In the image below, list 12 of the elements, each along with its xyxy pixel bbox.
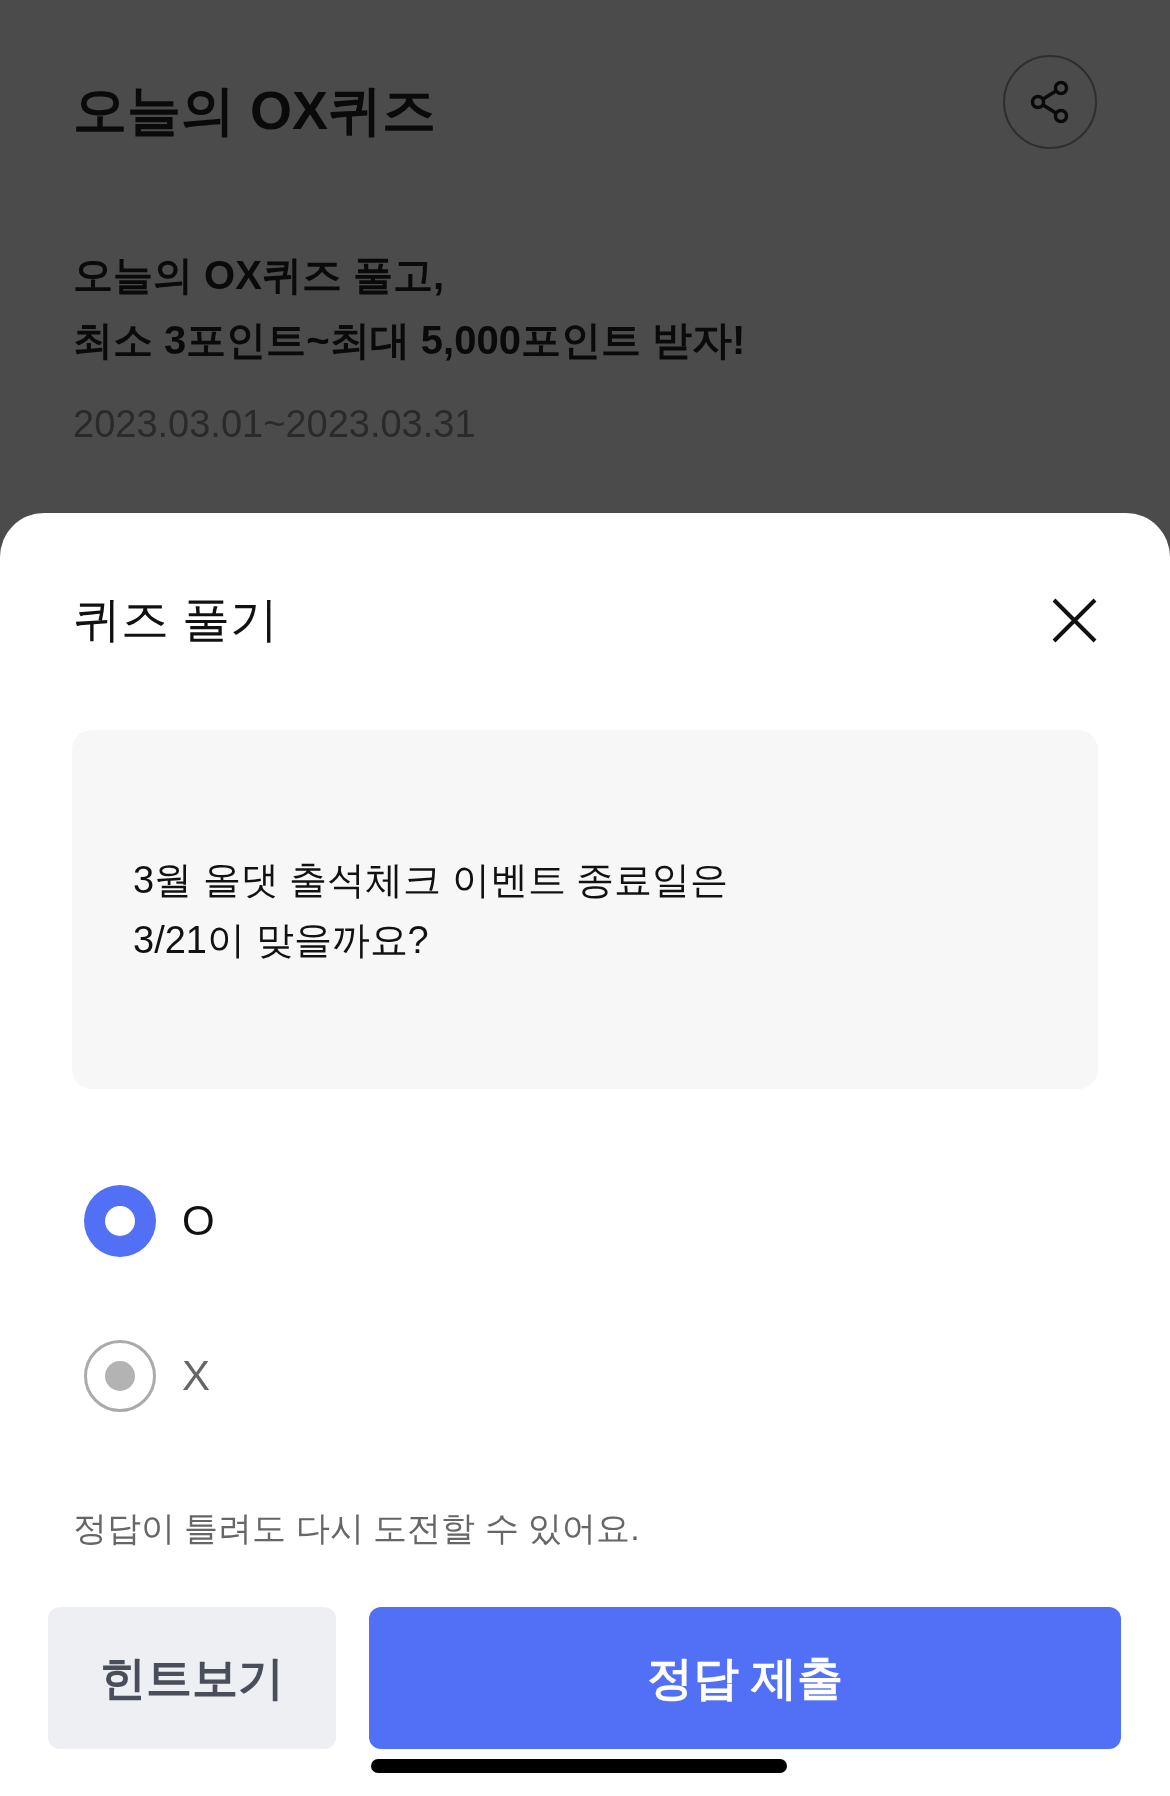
submit-button[interactable]: 정답 제출: [369, 1607, 1121, 1749]
share-button[interactable]: [1003, 55, 1097, 149]
retry-note: 정답이 틀려도 다시 도전할 수 있어요.: [73, 1508, 640, 1549]
page-title: 오늘의 OX퀴즈: [73, 78, 437, 142]
hint-button[interactable]: 힌트보기: [48, 1607, 336, 1749]
share-icon: [1030, 80, 1070, 124]
question-text: 3월 올댓 출석체크 이벤트 종료일은 3/21이 맞을까요?: [133, 857, 729, 963]
close-icon[interactable]: [1052, 597, 1097, 643]
sheet-title: 퀴즈 풀기: [73, 592, 279, 648]
event-headline: 오늘의 OX퀴즈 풀고, 최소 3포인트~최대 5,000포인트 받자!: [73, 252, 746, 364]
option-label: X: [182, 1351, 210, 1401]
option-label: O: [182, 1196, 215, 1246]
